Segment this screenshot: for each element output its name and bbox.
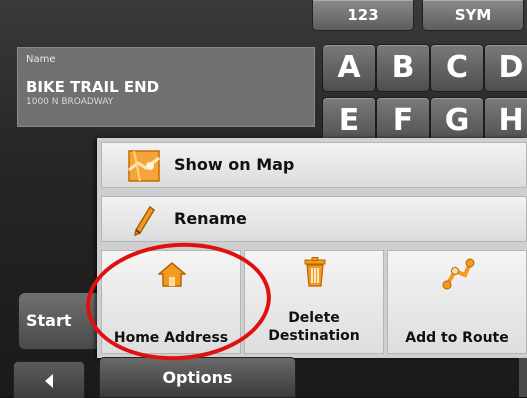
rename-label: Rename — [174, 209, 247, 228]
navigation-screen: 123 SYM Name BIKE TRAIL END 1000 N BROAD… — [0, 0, 527, 398]
right-edge-panel — [519, 358, 527, 397]
pencil-icon — [132, 205, 156, 241]
name-address: 1000 N BROADWAY — [26, 97, 114, 107]
add-to-route-label: Add to Route — [405, 330, 509, 346]
options-tab-label: Options — [162, 368, 233, 387]
start-button-label: Start — [26, 311, 72, 330]
key-d[interactable]: D — [485, 45, 527, 91]
back-arrow-icon — [45, 374, 53, 388]
name-label: Name — [26, 54, 56, 65]
key-a[interactable]: A — [323, 45, 375, 91]
destination-label: Destination — [268, 328, 360, 344]
show-on-map-row[interactable]: Show on Map — [101, 142, 527, 188]
key-c[interactable]: C — [431, 45, 483, 91]
name-value: BIKE TRAIL END — [26, 78, 160, 96]
options-tab[interactable]: Options — [100, 358, 295, 397]
name-panel[interactable]: Name BIKE TRAIL END 1000 N BROADWAY — [17, 47, 315, 127]
key-b[interactable]: B — [377, 45, 429, 91]
back-button[interactable] — [14, 362, 84, 398]
map-icon — [128, 150, 160, 186]
numbers-key[interactable]: 123 — [313, 0, 413, 30]
show-on-map-label: Show on Map — [174, 155, 295, 174]
symbols-key[interactable]: SYM — [423, 0, 523, 30]
add-to-route-tile[interactable]: Add to Route — [387, 250, 527, 354]
route-icon — [441, 257, 475, 295]
rename-row[interactable]: Rename — [101, 196, 527, 242]
trash-icon — [304, 257, 326, 291]
